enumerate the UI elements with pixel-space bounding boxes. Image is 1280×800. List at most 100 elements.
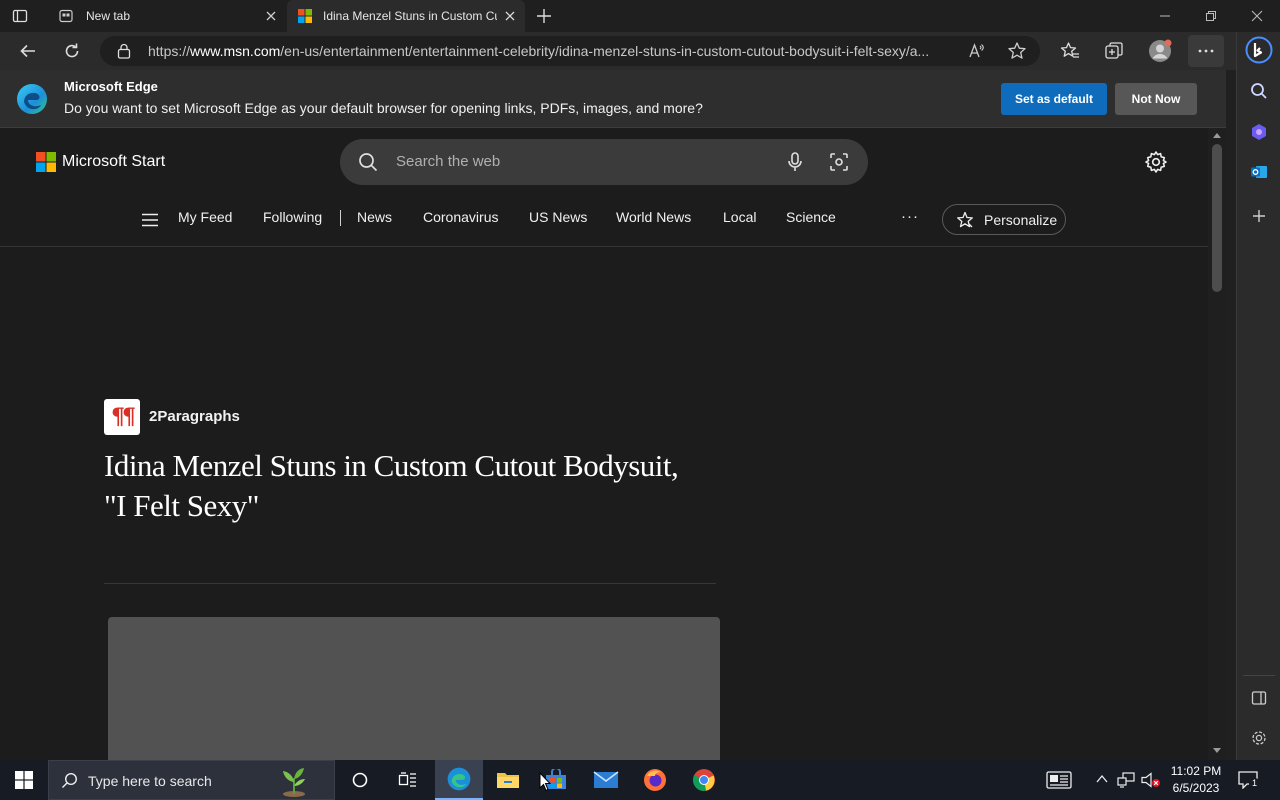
- tab-actions-icon[interactable]: [12, 8, 28, 24]
- msn-favicon-icon: [297, 8, 313, 24]
- nav-divider: [340, 210, 341, 226]
- outlook-icon[interactable]: [1243, 156, 1275, 188]
- mail-icon: [593, 771, 619, 788]
- article-image-placeholder: [108, 617, 720, 760]
- personalize-button[interactable]: Personalize: [942, 204, 1066, 235]
- tab-bar: New tab Idina Menzel Stuns in Custom Cut…: [0, 0, 1280, 32]
- search-icon: [358, 152, 378, 172]
- task-view-button[interactable]: [384, 760, 432, 800]
- nav-news[interactable]: News: [357, 209, 392, 225]
- favorite-star-icon[interactable]: [1007, 41, 1027, 61]
- clock-time: 11:02 PM: [1170, 764, 1222, 778]
- task-view-icon: [398, 772, 416, 787]
- address-bar[interactable]: https://www.msn.com/en-us/entertainment/…: [100, 36, 1040, 66]
- default-browser-banner: Microsoft Edge Do you want to set Micros…: [0, 70, 1226, 128]
- source-name[interactable]: 2Paragraphs: [149, 408, 240, 425]
- microphone-icon[interactable]: [787, 152, 803, 172]
- close-window-button[interactable]: [1234, 0, 1280, 32]
- nav-more-button[interactable]: ···: [901, 208, 919, 225]
- taskbar-edge[interactable]: [435, 760, 483, 800]
- nav-local[interactable]: Local: [723, 209, 756, 225]
- new-tab-plus-icon[interactable]: [535, 7, 553, 25]
- search-placeholder[interactable]: Search the web: [396, 153, 500, 170]
- source-logo[interactable]: ¶¶: [104, 399, 140, 435]
- personalize-label: Personalize: [984, 211, 1058, 228]
- windows-logo-icon: [15, 771, 33, 789]
- edge-sidebar: [1236, 32, 1280, 760]
- banner-title: Microsoft Edge: [64, 79, 158, 94]
- notification-count-badge: 1: [1249, 778, 1260, 789]
- add-sidebar-icon[interactable]: [1243, 200, 1275, 232]
- cortana-button[interactable]: [336, 760, 384, 800]
- folder-icon: [497, 773, 519, 788]
- nav-coronavirus[interactable]: Coronavirus: [423, 209, 498, 225]
- restore-button[interactable]: [1188, 0, 1234, 32]
- nav-my-feed[interactable]: My Feed: [178, 209, 232, 225]
- edge-logo-icon: [16, 83, 48, 115]
- bing-chat-icon[interactable]: [1243, 34, 1275, 66]
- show-hidden-icons-icon[interactable]: [1096, 774, 1108, 784]
- web-search-box[interactable]: Search the web: [340, 139, 868, 185]
- tab-title: New tab: [86, 9, 131, 23]
- taskbar-file-explorer[interactable]: [484, 760, 532, 800]
- cortana-circle-icon: [352, 772, 368, 788]
- refresh-button[interactable]: [56, 35, 88, 67]
- hide-sidebar-icon[interactable]: [1243, 682, 1275, 714]
- scroll-thumb[interactable]: [1212, 144, 1222, 292]
- scroll-down-icon[interactable]: [1213, 748, 1221, 754]
- banner-message: Do you want to set Microsoft Edge as you…: [64, 100, 703, 116]
- network-icon[interactable]: [1117, 772, 1135, 788]
- settings-more-button[interactable]: [1188, 35, 1224, 67]
- hamburger-menu-icon[interactable]: [141, 213, 159, 227]
- close-tab-icon[interactable]: [503, 9, 517, 23]
- profile-avatar[interactable]: [1144, 35, 1176, 67]
- set-as-default-button[interactable]: Set as default: [1001, 83, 1107, 115]
- chrome-icon: [693, 769, 715, 791]
- browser-toolbar: https://www.msn.com/en-us/entertainment/…: [0, 32, 1236, 70]
- scroll-up-icon[interactable]: [1213, 132, 1221, 138]
- visual-search-icon[interactable]: [829, 152, 849, 172]
- microsoft-logo-icon: [36, 152, 56, 172]
- back-button[interactable]: [12, 35, 44, 67]
- page-scrollbar[interactable]: [1208, 128, 1226, 760]
- nav-science[interactable]: Science: [786, 209, 836, 225]
- read-aloud-icon[interactable]: [968, 42, 986, 60]
- nav-us-news[interactable]: US News: [529, 209, 587, 225]
- favorites-button[interactable]: [1054, 35, 1086, 67]
- headline-line: Idina Menzel Stuns in Custom Cutout Body…: [104, 448, 679, 483]
- taskbar-mail[interactable]: [582, 760, 630, 800]
- notifications-icon[interactable]: 1: [1238, 771, 1260, 789]
- headline-line: "I Felt Sexy": [104, 488, 259, 523]
- news-widget-icon[interactable]: [1046, 771, 1072, 789]
- taskbar-search-box[interactable]: Type here to search: [48, 760, 335, 800]
- tab-active-article[interactable]: Idina Menzel Stuns in Custom Cutout Body…: [287, 0, 525, 32]
- clock[interactable]: 11:02 PM 6/5/2023: [1166, 763, 1226, 797]
- taskbar-chrome[interactable]: [680, 760, 728, 800]
- close-tab-icon[interactable]: [264, 9, 278, 23]
- search-icon[interactable]: [1243, 75, 1275, 107]
- taskbar-firefox[interactable]: [631, 760, 679, 800]
- taskbar-search-placeholder: Type here to search: [88, 773, 212, 789]
- page-settings-icon[interactable]: [1144, 150, 1168, 174]
- new-tab-icon: [58, 8, 74, 24]
- page-content: Microsoft Start Search the web My Feed F…: [0, 128, 1208, 760]
- volume-muted-icon[interactable]: [1141, 772, 1161, 788]
- sidebar-divider: [1243, 675, 1275, 676]
- collections-button[interactable]: [1098, 35, 1130, 67]
- article-headline: Idina Menzel Stuns in Custom Cutout Body…: [104, 446, 744, 526]
- nav-world-news[interactable]: World News: [616, 209, 691, 225]
- tab-new-tab[interactable]: New tab: [48, 0, 286, 32]
- brand-name: Microsoft Start: [62, 153, 166, 170]
- not-now-button[interactable]: Not Now: [1115, 83, 1197, 115]
- microsoft-start-logo[interactable]: Microsoft Start: [36, 152, 165, 172]
- nav-following[interactable]: Following: [263, 209, 322, 225]
- discover-icon[interactable]: [1243, 116, 1275, 148]
- url-text[interactable]: https://www.msn.com/en-us/entertainment/…: [148, 43, 958, 59]
- lock-icon[interactable]: [117, 43, 131, 59]
- start-button[interactable]: [0, 760, 48, 800]
- clock-date: 6/5/2023: [1172, 781, 1220, 795]
- tab-title: Idina Menzel Stuns in Custom Cutout Body…: [323, 9, 497, 23]
- mouse-cursor-icon: [539, 772, 551, 792]
- minimize-button[interactable]: [1142, 0, 1188, 32]
- sidebar-settings-icon[interactable]: [1243, 722, 1275, 754]
